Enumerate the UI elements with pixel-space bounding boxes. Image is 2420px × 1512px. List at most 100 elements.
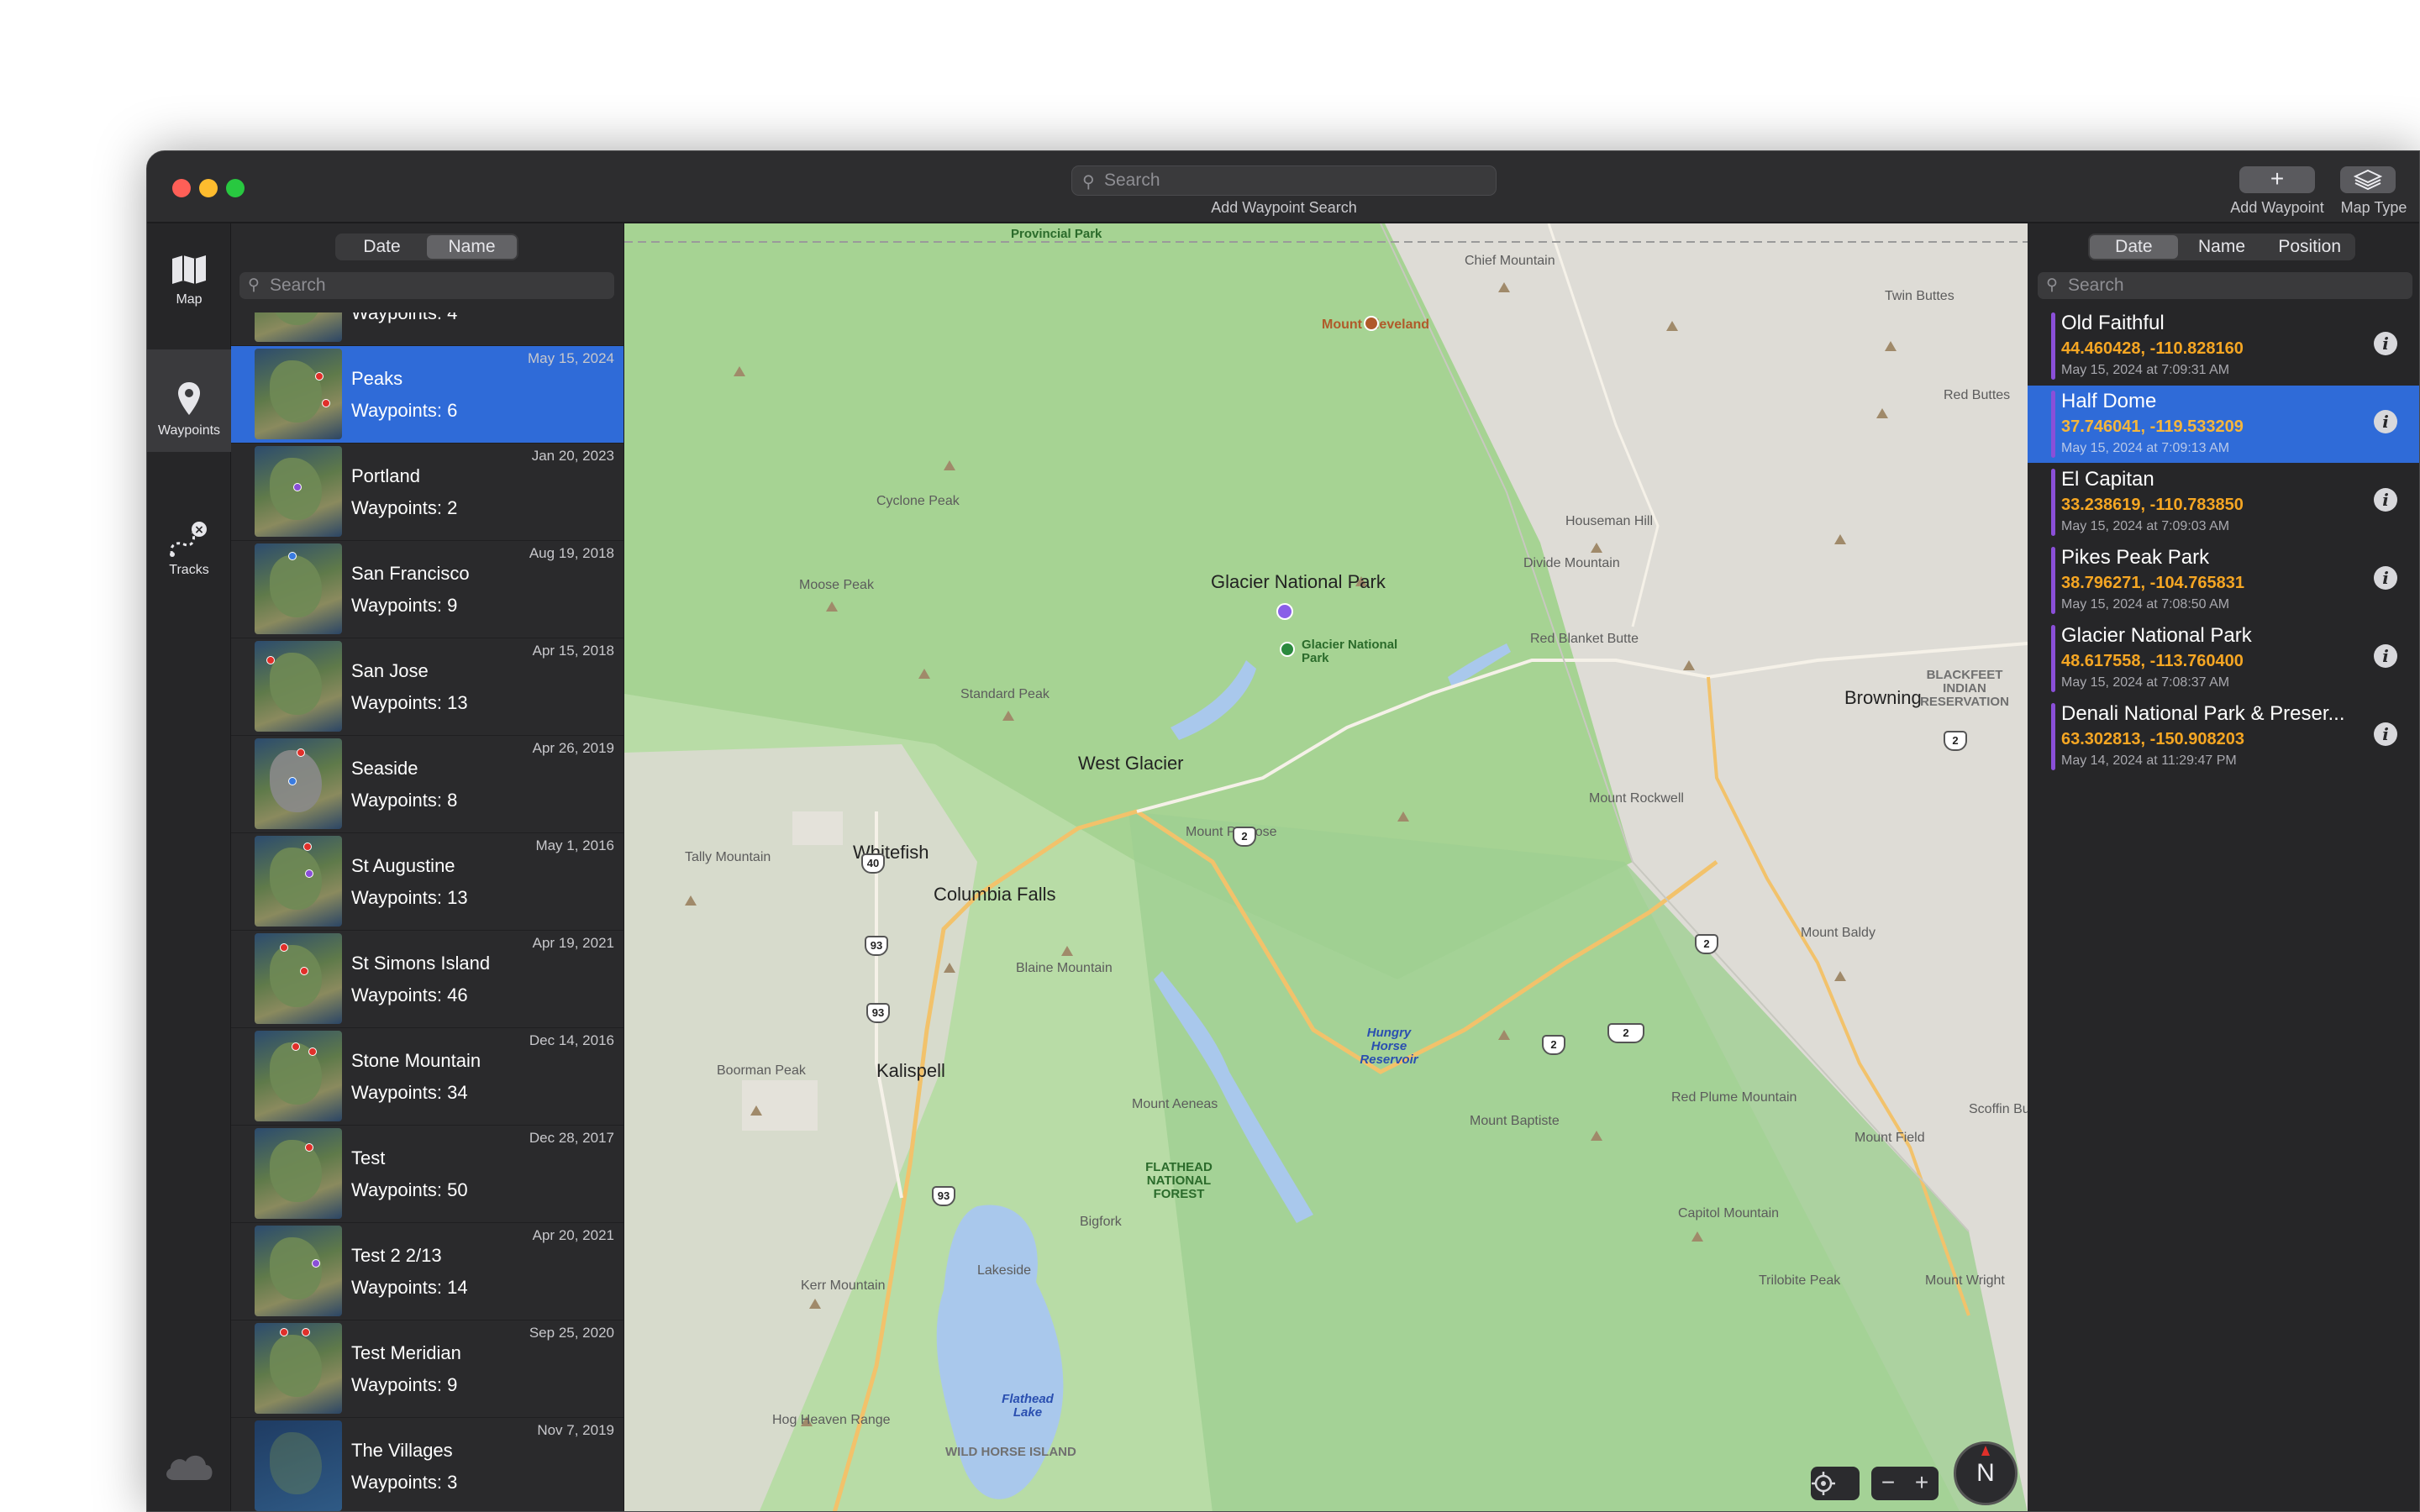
group-count: Waypoints: 34	[351, 1082, 468, 1103]
group-thumbnail	[255, 933, 342, 1024]
group-thumbnail	[255, 1226, 342, 1316]
waypoint-time: May 15, 2024 at 7:09:13 AM	[2061, 441, 2230, 455]
add-waypoint-label: Add Waypoint	[2230, 199, 2324, 216]
waypoint-row[interactable]: El Capitan 33.238619, -110.783850 May 15…	[2028, 464, 2419, 541]
waypoint-row[interactable]: Pikes Peak Park 38.796271, -104.765831 M…	[2028, 542, 2419, 619]
map-label-lakeside: Lakeside	[977, 1263, 1032, 1278]
highway-shield: 2	[1233, 827, 1256, 847]
toolbar-search[interactable]: ⚲	[1071, 165, 1497, 196]
group-date: Apr 20, 2021	[532, 1227, 614, 1243]
groups-search[interactable]: ⚲	[239, 272, 614, 299]
waypoint-coords: 63.302813, -150.908203	[2061, 730, 2244, 748]
app-window: ⚲ Add Waypoint Search + Add Waypoint Map…	[146, 150, 2420, 1512]
info-icon[interactable]: i	[2374, 566, 2397, 590]
group-name: St Simons Island	[351, 953, 491, 974]
info-icon[interactable]: i	[2374, 410, 2397, 433]
rail-item-tracks[interactable]: × Tracks	[147, 521, 231, 588]
waypoint-marker[interactable]	[1276, 603, 1293, 620]
list-item[interactable]: San Jose Waypoints: 13 Apr 15, 2018	[231, 638, 623, 736]
map-label-twin-buttes: Twin Buttes	[1885, 289, 1954, 303]
cloud-icon[interactable]	[162, 1450, 216, 1483]
zoom-in-button[interactable]: +	[1905, 1467, 1939, 1500]
zoom-out-button[interactable]: −	[1871, 1467, 1905, 1500]
waypoints-sort-control[interactable]: Date Name Position	[2088, 234, 2355, 260]
map-label-mount-wright: Mount Wright	[1925, 1273, 2005, 1288]
group-date: Nov 7, 2019	[537, 1422, 614, 1438]
groups-sort-control[interactable]: Date Name	[335, 234, 518, 260]
park-marker[interactable]	[1280, 642, 1295, 657]
highway-shield: 93	[932, 1186, 955, 1206]
dashed-track-icon: ×	[170, 522, 207, 557]
highway-shield: 2	[1944, 731, 1967, 751]
list-item[interactable]: Test 2 2/13 Waypoints: 14 Apr 20, 2021	[231, 1223, 623, 1320]
list-item[interactable]: Waypoints: 4	[231, 312, 623, 346]
group-thumbnail	[255, 446, 342, 537]
list-item[interactable]: Stone Mountain Waypoints: 34 Dec 14, 201…	[231, 1028, 623, 1126]
list-item[interactable]: Peaks Waypoints: 6 May 15, 2024	[231, 346, 623, 444]
toolbar-search-input[interactable]	[1104, 166, 1482, 195]
waypoint-row[interactable]: Old Faithful 44.460428, -110.828160 May …	[2028, 307, 2419, 385]
rail-item-map[interactable]: Map	[147, 254, 231, 329]
group-thumbnail	[255, 738, 342, 829]
search-icon: ⚲	[1082, 173, 1095, 192]
waypoints-sort-position[interactable]: Position	[2265, 235, 2354, 259]
waypoints-sort-name[interactable]: Name	[2178, 235, 2266, 259]
group-count: Waypoints: 13	[351, 692, 468, 713]
compass[interactable]: N	[1954, 1441, 2018, 1505]
groups-search-input[interactable]	[270, 272, 589, 299]
list-item[interactable]: Test Meridian Waypoints: 9 Sep 25, 2020	[231, 1320, 623, 1418]
waypoint-time: May 15, 2024 at 7:09:03 AM	[2061, 519, 2230, 533]
info-icon[interactable]: i	[2374, 488, 2397, 512]
rail-tracks-label: Tracks	[169, 563, 209, 577]
waypoint-row[interactable]: Half Dome 37.746041, -119.533209 May 15,…	[2028, 386, 2419, 463]
map-label-blaine-mountain: Blaine Mountain	[1016, 961, 1113, 975]
map-label-capitol-mountain: Capitol Mountain	[1678, 1206, 1780, 1221]
waypoint-name: Denali National Park & Preser...	[2061, 702, 2345, 725]
waypoints-search[interactable]: ⚲	[2038, 272, 2412, 299]
waypoint-name: Pikes Peak Park	[2061, 546, 2210, 569]
waypoint-name: Glacier National Park	[2061, 624, 2252, 647]
info-icon[interactable]: i	[2374, 644, 2397, 668]
locate-button[interactable]	[1811, 1467, 1860, 1500]
group-thumbnail	[255, 1323, 342, 1414]
waypoint-row[interactable]: Glacier National Park 48.617558, -113.76…	[2028, 620, 2419, 697]
waypoint-name: Half Dome	[2061, 390, 2157, 412]
map-label-provincial-park: Provincial Park	[1011, 227, 1102, 241]
group-date: Sep 25, 2020	[529, 1325, 614, 1341]
map-label-mount-aeneas: Mount Aeneas	[1132, 1097, 1218, 1111]
list-item[interactable]: The Villages Waypoints: 3 Nov 7, 2019	[231, 1418, 623, 1511]
list-item[interactable]: Test Waypoints: 50 Dec 28, 2017	[231, 1126, 623, 1223]
groups-sort-date[interactable]: Date	[337, 235, 427, 259]
close-window-button[interactable]	[172, 179, 191, 197]
map-label-browning: Browning	[1844, 687, 1922, 708]
info-icon[interactable]: i	[2374, 722, 2397, 746]
list-item[interactable]: Portland Waypoints: 2 Jan 20, 2023	[231, 444, 623, 541]
rail-item-waypoints[interactable]: Waypoints	[147, 349, 231, 452]
minimize-window-button[interactable]	[199, 179, 218, 197]
map-view[interactable]: Provincial Park Mount Cleveland Glacier …	[624, 223, 2028, 1511]
add-waypoint-button[interactable]: +	[2239, 166, 2315, 193]
peak-marker[interactable]	[1364, 316, 1379, 331]
map-label-west-glacier: West Glacier	[1078, 753, 1184, 774]
map-label-red-blanket-butte: Red Blanket Butte	[1530, 632, 1639, 646]
map-label-kerr-mountain: Kerr Mountain	[801, 1278, 886, 1293]
list-item[interactable]: St Augustine Waypoints: 13 May 1, 2016	[231, 833, 623, 931]
map-type-label: Map Type	[2340, 199, 2407, 216]
waypoint-row[interactable]: Denali National Park & Preser... 63.3028…	[2028, 698, 2419, 775]
waypoints-search-input[interactable]	[2068, 272, 2387, 299]
group-name: St Augustine	[351, 855, 455, 876]
zoom-window-button[interactable]	[226, 179, 245, 197]
list-item[interactable]: Seaside Waypoints: 8 Apr 26, 2019	[231, 736, 623, 833]
info-icon[interactable]: i	[2374, 332, 2397, 355]
waypoint-color-bar	[2051, 547, 2055, 614]
map-label-tally-mountain: Tally Mountain	[685, 850, 771, 864]
map-type-button[interactable]	[2340, 166, 2396, 193]
group-count: Waypoints: 2	[351, 497, 458, 518]
list-item[interactable]: St Simons Island Waypoints: 46 Apr 19, 2…	[231, 931, 623, 1028]
groups-pane: Date Name ⚲ Waypoints: 4 Peaks Waypoints…	[231, 223, 624, 1511]
waypoints-sort-date[interactable]: Date	[2090, 235, 2178, 259]
groups-sort-name[interactable]: Name	[427, 235, 517, 259]
group-thumbnail	[255, 349, 342, 439]
map-label-red-plume-mountain: Red Plume Mountain	[1671, 1090, 1797, 1105]
list-item[interactable]: San Francisco Waypoints: 9 Aug 19, 2018	[231, 541, 623, 638]
